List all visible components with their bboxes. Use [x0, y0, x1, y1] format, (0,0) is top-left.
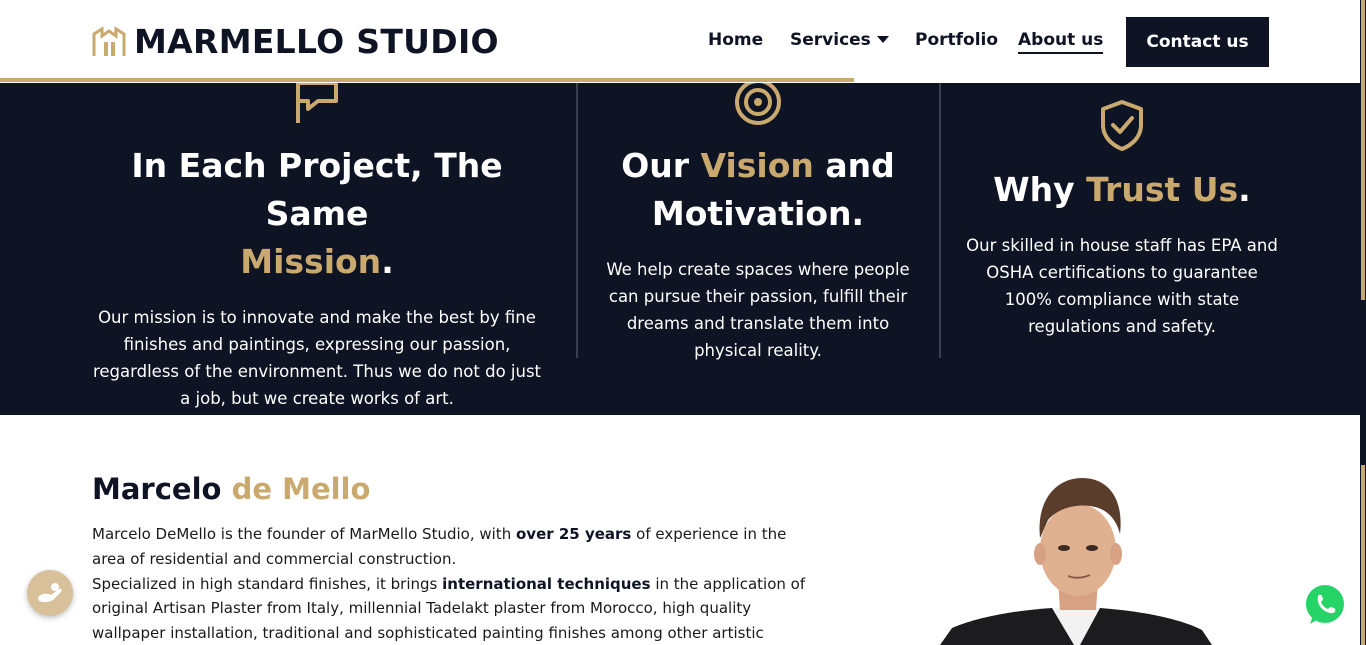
founder-name: Marcelo de Mello: [92, 472, 370, 506]
nav-about-us[interactable]: About us: [1018, 30, 1104, 54]
founder-bio: Marcelo DeMello is the founder of MarMel…: [92, 522, 807, 645]
target-icon: [735, 79, 781, 125]
trust-title-end: .: [1238, 170, 1251, 209]
brand-logo[interactable]: MARMELLO STUDIO: [92, 22, 499, 61]
bio-p1-start: Marcelo DeMello is the founder of MarMel…: [92, 525, 512, 543]
whatsapp-icon[interactable]: [1300, 580, 1350, 630]
bio-p2-bold: international techniques: [442, 574, 651, 593]
vision-text: We help create spaces where people can p…: [606, 260, 910, 360]
column-divider: [576, 83, 578, 358]
site-header: MARMELLO STUDIO Home Services Portfolio …: [0, 0, 1360, 83]
scrollbar-thumb: [1361, 0, 1365, 300]
contact-us-button[interactable]: Contact us: [1126, 17, 1269, 67]
header-accent-line: [0, 78, 854, 82]
floating-widget-button[interactable]: [27, 570, 73, 616]
trust-column: Why Trust Us. Our skilled in house staff…: [962, 166, 1282, 340]
hand-heart-icon: [38, 583, 62, 603]
building-logo-icon: [92, 25, 126, 56]
shield-check-icon: [1101, 100, 1143, 151]
brand-name: MARMELLO STUDIO: [134, 22, 499, 61]
trust-title-accent: Trust Us: [1086, 170, 1239, 209]
nav-portfolio[interactable]: Portfolio: [915, 30, 998, 50]
column-divider: [939, 83, 941, 358]
trust-title-text: Why: [993, 170, 1075, 209]
mission-title-end: .: [381, 242, 394, 281]
mission-title-text: In Each Project, The Same: [131, 146, 503, 233]
founder-last-name: de Mello: [231, 472, 371, 506]
vision-title-text: Our: [621, 146, 690, 185]
mission-column: In Each Project, The Same Mission. Our m…: [92, 142, 542, 412]
caret-down-icon: [876, 35, 889, 43]
mission-title: In Each Project, The Same Mission.: [92, 142, 542, 286]
mission-title-accent: Mission: [240, 242, 382, 281]
page-scrollbar[interactable]: [1360, 0, 1366, 645]
flag-icon: [296, 83, 338, 123]
nav-services-label: Services: [790, 30, 871, 50]
nav-home[interactable]: Home: [708, 30, 763, 50]
founder-portrait: [940, 478, 1212, 645]
vision-title: Our Vision and Motivation.: [600, 142, 916, 238]
bio-paragraph-2: Specialized in high standard finishes, i…: [92, 572, 807, 645]
trust-title: Why Trust Us.: [962, 166, 1282, 214]
bio-paragraph-1: Marcelo DeMello is the founder of MarMel…: [92, 522, 807, 572]
trust-text: Our skilled in house staff has EPA and O…: [966, 236, 1278, 336]
vision-column: Our Vision and Motivation. We help creat…: [600, 142, 916, 364]
scrollbar-segment: [1361, 465, 1365, 645]
vision-title-accent: Vision: [700, 146, 814, 185]
mission-text: Our mission is to innovate and make the …: [92, 308, 542, 408]
founder-first-name: Marcelo: [92, 472, 222, 506]
bio-p2-start: Specialized in high standard finishes, i…: [92, 574, 438, 593]
nav-services[interactable]: Services: [790, 30, 889, 50]
bio-p1-bold: over 25 years: [515, 525, 632, 543]
